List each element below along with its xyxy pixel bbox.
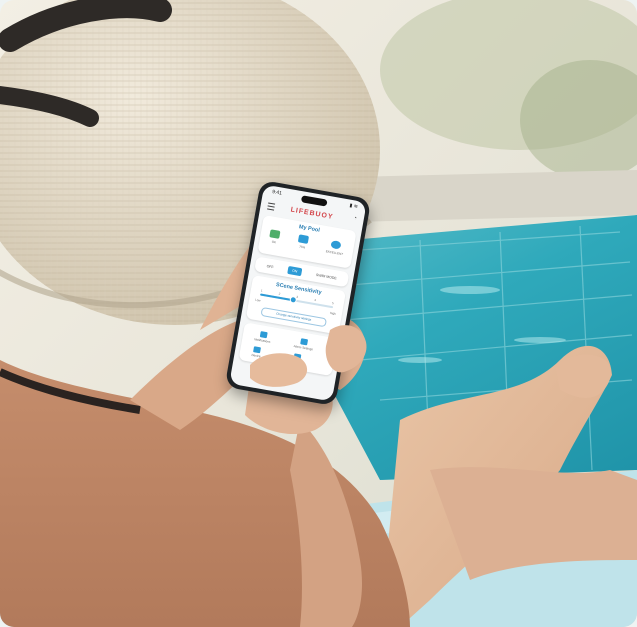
pool-status-sensor: OK: [269, 229, 281, 245]
device-icon: [253, 346, 262, 354]
pool-status-battery: 75%: [297, 234, 310, 250]
slider-thumb[interactable]: [288, 295, 298, 304]
mode-on-button[interactable]: ON: [287, 265, 303, 276]
support-icon: [293, 353, 302, 361]
battery-label: 75%: [298, 244, 306, 250]
mode-swim-button[interactable]: SWIM MODE: [311, 270, 341, 283]
shortcut-label: Alarm Settings: [293, 344, 314, 352]
shortcut-label: Device: [251, 352, 261, 359]
shortcut-label: Notifications: [253, 337, 271, 344]
pool-sensor-icon: [269, 229, 281, 239]
tick-label: 2: [278, 291, 281, 296]
signal-icon: [330, 240, 342, 250]
status-icons: ▮ ≋: [349, 202, 359, 211]
tick-label: 4: [313, 297, 317, 303]
mode-off-button[interactable]: OFF: [262, 261, 278, 271]
change-sensitivity-button[interactable]: Change sensitivity settings: [260, 306, 328, 328]
profile-icon[interactable]: ◔: [353, 215, 358, 222]
poolside-photo: 9:41 ▮ ≋ LIFEBUOY ◔ My Pool OK 75% EXCEL…: [0, 0, 637, 627]
menu-icon[interactable]: [267, 202, 276, 211]
sensitivity-low-label: Low: [254, 297, 261, 303]
sensitivity-high-label: High: [329, 310, 337, 316]
shortcut-label: Support: [290, 359, 302, 366]
battery-icon: [298, 234, 310, 244]
signal-label: EXCELLENT: [325, 249, 344, 257]
tick-label: 5: [331, 301, 335, 306]
alarm-icon: [300, 338, 309, 346]
pool-status-label: OK: [271, 239, 277, 245]
app-logo: LIFEBUOY: [290, 206, 335, 221]
status-time: 9:41: [271, 189, 283, 197]
notifications-shortcut[interactable]: Notifications: [254, 330, 272, 344]
device-shortcut[interactable]: Device: [251, 346, 262, 358]
support-shortcut[interactable]: Support: [291, 353, 303, 366]
tick-label: 1: [260, 288, 263, 293]
bell-icon: [259, 331, 268, 339]
pool-status-signal: EXCELLENT: [325, 239, 345, 256]
alarm-settings-shortcut[interactable]: Alarm Settings: [293, 337, 314, 351]
